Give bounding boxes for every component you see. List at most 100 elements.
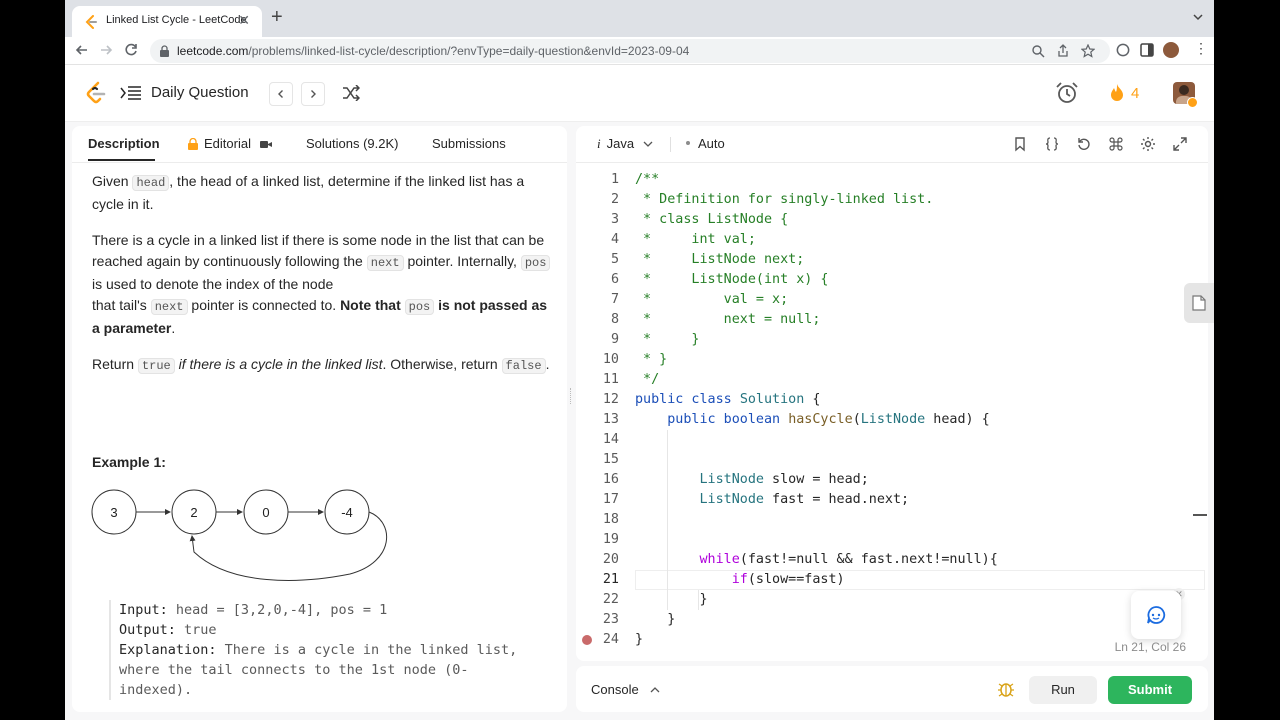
profile-avatar[interactable] xyxy=(1163,42,1179,58)
page-title[interactable]: Daily Question xyxy=(151,84,249,101)
code-line: } xyxy=(667,612,676,627)
language-selector[interactable]: i Java xyxy=(597,136,634,152)
share-icon[interactable] xyxy=(1056,44,1070,58)
bookmark-icon[interactable] xyxy=(1012,136,1028,152)
node-value: 0 xyxy=(262,505,269,520)
inline-code: pos xyxy=(520,255,551,271)
submit-button[interactable]: Submit xyxy=(1108,676,1192,704)
chevron-down-icon[interactable] xyxy=(643,140,653,148)
zoom-icon[interactable] xyxy=(1031,44,1045,58)
tab-submissions[interactable]: Submissions xyxy=(432,136,506,151)
node-value: -4 xyxy=(341,505,353,520)
line-number: 2 xyxy=(610,192,619,207)
reload-icon[interactable] xyxy=(122,41,140,59)
leetcode-logo-icon[interactable] xyxy=(85,81,107,105)
alarm-clock-icon[interactable] xyxy=(1055,82,1079,104)
left-black-border xyxy=(0,0,65,720)
inline-code: head xyxy=(132,175,170,191)
code-line: ListNode slow = head; xyxy=(699,472,869,487)
leetcode-favicon-icon xyxy=(85,15,97,29)
lock-icon[interactable] xyxy=(159,45,170,57)
code-line: /** xyxy=(635,172,660,187)
fullscreen-icon[interactable] xyxy=(1172,136,1188,152)
chevron-up-icon[interactable] xyxy=(650,686,660,693)
back-icon[interactable] xyxy=(73,41,91,59)
code-line: ListNode fast = head.next; xyxy=(699,492,910,507)
address-bar[interactable]: leetcode.com/problems/linked-list-cycle/… xyxy=(150,39,1110,63)
ai-chat-button[interactable] xyxy=(1131,591,1181,639)
linked-list-diagram: 3 2 0 -4 xyxy=(91,489,388,581)
chat-bubble-icon xyxy=(1147,606,1166,624)
line-number: 20 xyxy=(602,552,619,567)
code-line: * } xyxy=(635,352,668,367)
info-icon: i xyxy=(597,136,601,151)
browser-menu-icon[interactable]: ⋮ xyxy=(1194,40,1208,57)
code-line: public class Solution { xyxy=(635,392,821,407)
code-line: } xyxy=(635,632,644,647)
code-line: * next = null; xyxy=(635,312,821,327)
explanation-line: indexed). xyxy=(119,682,193,698)
forward-icon[interactable] xyxy=(97,41,115,59)
new-tab-icon[interactable]: + xyxy=(271,7,283,27)
notes-side-tab[interactable] xyxy=(1184,283,1214,323)
active-tab-underline xyxy=(88,159,155,161)
format-braces-icon[interactable] xyxy=(1044,136,1060,152)
shortcuts-command-icon[interactable] xyxy=(1108,136,1124,152)
node-value: 2 xyxy=(190,505,197,520)
description-paragraph-1: Given head, the head of a linked list, d… xyxy=(92,173,525,212)
code-line: } xyxy=(699,592,708,607)
explanation-value: There is a cycle in the linked list, xyxy=(216,642,518,658)
tab-title: Linked List Cycle - LeetCode xyxy=(106,14,247,26)
extension-icon[interactable] xyxy=(1115,42,1131,58)
tab-editorial[interactable]: Editorial xyxy=(204,136,251,151)
line-number: 21 xyxy=(602,572,619,587)
explanation-line: where the tail connects to the 1st node … xyxy=(119,662,469,678)
editorial-lock-icon xyxy=(188,138,198,150)
output-label: Output: xyxy=(119,622,176,638)
tab-solutions[interactable]: Solutions (9.2K) xyxy=(306,136,399,151)
line-number: 9 xyxy=(610,332,619,347)
shuffle-icon[interactable] xyxy=(342,85,360,101)
code-line: public boolean hasCycle(ListNode head) { xyxy=(667,412,990,427)
inline-code: true xyxy=(137,358,175,374)
example-title: Example 1: xyxy=(92,454,166,470)
code-line: * Definition for singly-linked list. xyxy=(635,192,934,207)
example-block: Input: head = [3,2,0,-4], pos = 1 Output… xyxy=(109,600,559,700)
line-number: 11 xyxy=(602,372,619,387)
settings-gear-icon[interactable] xyxy=(1140,136,1156,152)
line-number: 17 xyxy=(602,492,619,507)
tab-strip: Linked List Cycle - LeetCode ✕ + xyxy=(65,0,1214,37)
run-button[interactable]: Run xyxy=(1029,676,1097,704)
tab-description[interactable]: Description xyxy=(88,136,160,151)
debugger-bug-icon[interactable] xyxy=(997,680,1015,698)
browser-toolbar: leetcode.com/problems/linked-list-cycle/… xyxy=(65,37,1214,65)
next-question-button[interactable] xyxy=(301,82,325,106)
tab-list-chevron-icon[interactable] xyxy=(1192,11,1204,23)
auto-mode-label[interactable]: Auto xyxy=(698,136,725,151)
side-panel-icon[interactable] xyxy=(1139,42,1155,58)
leetcode-header: Daily Question 4 xyxy=(65,65,1214,122)
streak-count[interactable]: 4 xyxy=(1131,85,1139,102)
problem-list-icon[interactable] xyxy=(120,85,142,101)
bookmark-star-icon[interactable] xyxy=(1081,44,1095,58)
line-number: 18 xyxy=(602,512,619,527)
line-number: 14 xyxy=(602,432,619,447)
problem-description: Given head, the head of a linked list, d… xyxy=(92,171,552,392)
code-line: */ xyxy=(635,372,660,387)
line-number: 3 xyxy=(610,212,619,227)
browser-window: Linked List Cycle - LeetCode ✕ + leetcod… xyxy=(65,0,1214,720)
scroll-position-marker[interactable] xyxy=(1193,514,1207,516)
browser-tab[interactable]: Linked List Cycle - LeetCode ✕ xyxy=(72,6,262,37)
code-line: * } xyxy=(635,332,700,347)
inline-code: pos xyxy=(404,299,435,315)
explanation-label: Explanation: xyxy=(119,642,217,658)
reset-code-icon[interactable] xyxy=(1076,136,1092,152)
streak-fire-icon[interactable] xyxy=(1109,84,1125,102)
auto-dot-icon xyxy=(686,141,690,145)
console-toggle[interactable]: Console xyxy=(591,682,639,697)
chevron-right-icon xyxy=(311,90,316,98)
line-number: 24 xyxy=(602,632,619,647)
panel-resize-handle[interactable] xyxy=(570,388,573,404)
tab-close-icon[interactable]: ✕ xyxy=(238,12,250,29)
prev-question-button[interactable] xyxy=(269,82,293,106)
